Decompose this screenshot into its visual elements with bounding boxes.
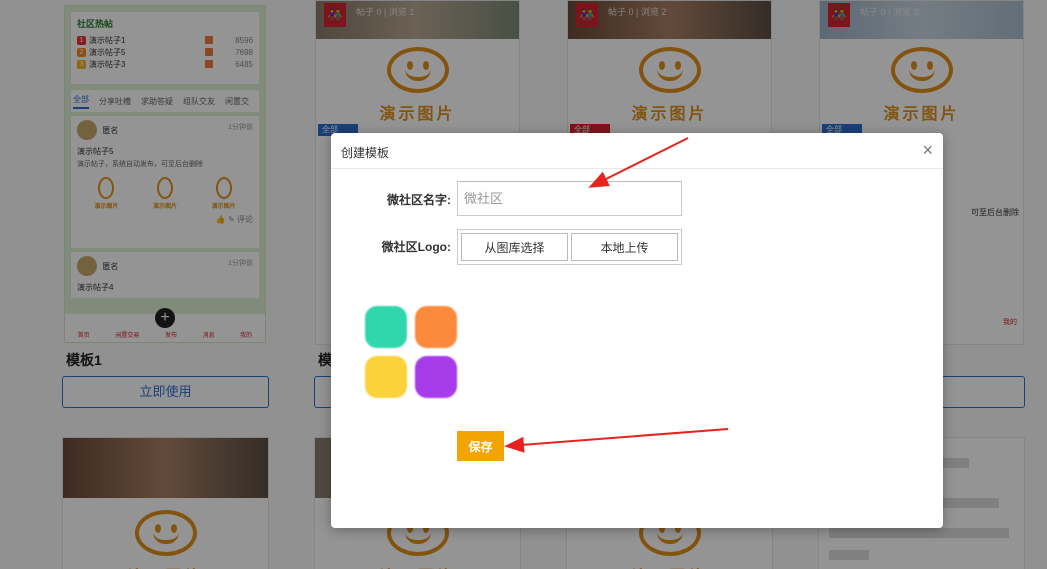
create-template-dialog: 创建模板 × 微社区名字: 微社区Logo: 从图库选择 本地上传 保存 bbox=[331, 133, 943, 528]
community-logo-label: 微社区Logo: bbox=[381, 240, 451, 254]
community-name-label: 微社区名字: bbox=[387, 193, 451, 207]
close-icon[interactable]: × bbox=[922, 141, 933, 159]
logo-tile bbox=[415, 306, 457, 348]
choose-from-library-button[interactable]: 从图库选择 bbox=[461, 233, 568, 261]
dialog-header: 创建模板 × bbox=[331, 133, 943, 169]
local-upload-button[interactable]: 本地上传 bbox=[571, 233, 678, 261]
logo-preview-image bbox=[365, 306, 459, 400]
logo-tile bbox=[415, 356, 457, 398]
dialog-title: 创建模板 bbox=[341, 146, 390, 160]
logo-source-group: 从图库选择 本地上传 bbox=[457, 229, 682, 265]
logo-tile bbox=[365, 356, 407, 398]
save-button[interactable]: 保存 bbox=[457, 431, 504, 461]
community-name-input[interactable] bbox=[457, 181, 682, 216]
logo-tile bbox=[365, 306, 407, 348]
